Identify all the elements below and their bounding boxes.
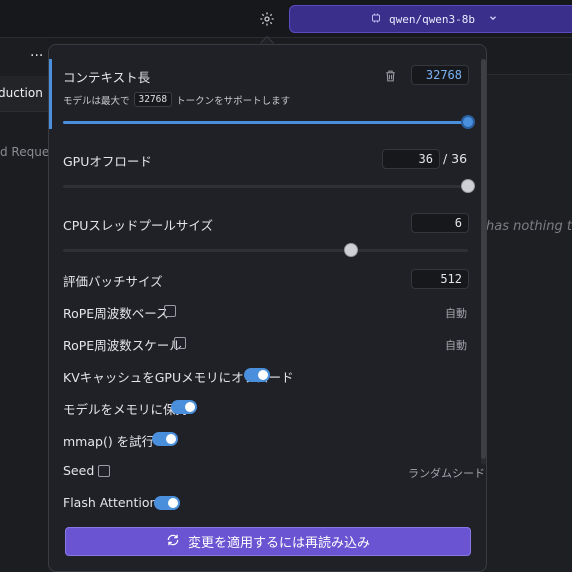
context-length-hint: モデルは最大で 32768 トークンをサポートします	[63, 92, 290, 107]
seed-label: Seed	[63, 463, 95, 478]
context-length-slider-knob[interactable]	[461, 115, 475, 129]
load-settings-popup: コンテキスト長 32768 モデルは最大で 32768 トークンをサポートします…	[48, 44, 487, 572]
model-selector-button[interactable]: qwen/qwen3-8b	[289, 5, 572, 33]
hint-suffix: トークンをサポートします	[176, 95, 291, 107]
reload-button[interactable]: 変更を適用するには再読み込み	[65, 527, 471, 556]
gear-icon[interactable]	[258, 10, 276, 28]
reload-button-label: 変更を適用するには再読み込み	[187, 536, 370, 551]
cpu-threads-slider-knob[interactable]	[343, 243, 358, 257]
refresh-icon	[166, 533, 180, 551]
scrollbar-thumb[interactable]	[481, 59, 486, 459]
flash-attention-toggle[interactable]	[154, 496, 180, 510]
gpu-offload-input[interactable]: 36	[382, 149, 440, 169]
background-request-text: d Reque	[0, 145, 50, 159]
cpu-threads-input[interactable]: 6	[411, 213, 469, 233]
rope-scale-value: 自動	[445, 339, 467, 352]
rope-base-value: 自動	[445, 307, 467, 320]
left-pane	[0, 38, 48, 572]
mmap-label: mmap() を試行	[63, 434, 155, 449]
cpu-threads-label: CPUスレッドプールサイズ	[63, 218, 214, 233]
gpu-offload-slider-knob[interactable]	[461, 179, 475, 193]
mmap-toggle[interactable]	[152, 432, 178, 446]
hint-prefix: モデルは最大で	[63, 95, 130, 107]
model-name: qwen/qwen3-8b	[388, 12, 476, 26]
gpu-offload-label: GPUオフロード	[63, 154, 152, 169]
seed-checkbox[interactable]	[98, 465, 110, 477]
rope-scale-checkbox[interactable]	[174, 337, 186, 349]
hint-value: 32768	[133, 92, 173, 107]
gpu-offload-slider-track[interactable]	[63, 185, 468, 188]
rope-scale-label: RoPE周波数スケール	[63, 338, 182, 353]
gpu-offload-max: / 36	[443, 151, 468, 166]
trash-icon[interactable]	[384, 68, 398, 82]
keep-in-memory-toggle[interactable]	[171, 400, 197, 414]
rope-base-checkbox[interactable]	[164, 305, 176, 317]
more-menu-icon[interactable]: ...	[30, 44, 43, 60]
cpu-threads-slider-track[interactable]	[63, 249, 468, 252]
seed-value: ランダムシード	[408, 467, 485, 480]
eval-batch-label: 評価バッチサイズ	[63, 274, 163, 289]
background-tab-label: duction	[0, 86, 43, 100]
active-row-indicator	[49, 59, 52, 129]
context-length-label: コンテキスト長	[63, 70, 151, 85]
context-length-slider-fill	[63, 121, 468, 124]
eval-batch-input[interactable]: 512	[411, 269, 469, 289]
keep-in-memory-label: モデルをメモリに保持	[63, 402, 189, 417]
kv-offload-toggle[interactable]	[244, 368, 270, 382]
context-length-input[interactable]: 32768	[411, 65, 469, 85]
flash-attention-label: Flash Attention	[63, 495, 158, 510]
chevron-down-icon	[488, 13, 498, 26]
cpu-chip-icon	[370, 13, 382, 26]
rope-base-label: RoPE周波数ベース	[63, 306, 169, 321]
background-empty-text: has nothing t	[486, 219, 572, 234]
